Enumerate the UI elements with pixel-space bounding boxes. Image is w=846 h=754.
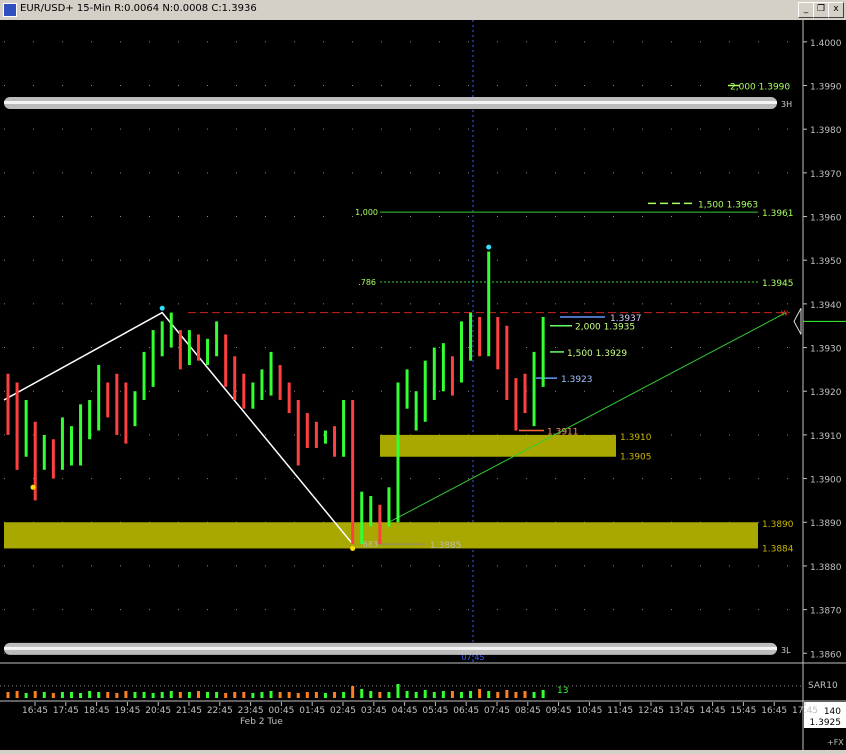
swing-point: [350, 545, 356, 551]
x-tick-label: 20:45: [145, 706, 171, 716]
band-highlight: [4, 100, 777, 104]
fib-price-label: 1.3885: [430, 541, 462, 551]
app-icon: [3, 3, 17, 17]
x-tick-label: 10:45: [576, 706, 602, 716]
projection-label: 2,000 1.3990: [730, 83, 790, 93]
fib-price-label: 1.3961: [762, 209, 794, 219]
fib-ratio-label: 1,000: [355, 208, 378, 217]
y-tick-label: 1.3920: [810, 388, 842, 398]
zone-bottom-label: 1.3884: [762, 544, 794, 554]
volume-label: 13: [557, 686, 568, 696]
x-tick-label: 09:45: [546, 706, 572, 716]
projection-label: 1,500 1.3963: [698, 200, 758, 210]
close-button[interactable]: x: [828, 2, 844, 18]
title-bar[interactable]: EUR/USD+ 15-Min R:0.0064 N:0.0008 C:1.39…: [0, 0, 846, 21]
fx-label: +FX: [827, 738, 844, 747]
x-tick-label: 00:45: [268, 706, 294, 716]
x-tick-label: 11:45: [607, 706, 633, 716]
x-tick-label: 21:45: [176, 706, 202, 716]
x-tick-label: 18:45: [84, 706, 110, 716]
y-tick-label: 1.3950: [810, 257, 842, 267]
projection-label: 2,000 1.3935: [575, 323, 635, 333]
x-tick-label: 03:45: [361, 706, 387, 716]
zone-bottom-label: 1.3905: [620, 453, 652, 463]
x-tick-label: 16:45: [761, 706, 787, 716]
band-label: 3L: [781, 646, 791, 655]
date-label: Feb 2 Tue: [240, 717, 283, 727]
x-tick-label: 13:45: [669, 706, 695, 716]
x-tick-label: 05:45: [422, 706, 448, 716]
window-title: EUR/USD+ 15-Min R:0.0064 N:0.0008 C:1.39…: [20, 3, 257, 14]
chart-canvas[interactable]: 1.4000 1.3990 1.3980 1.3970 1.3960 1.3950 1.39…: [0, 20, 846, 750]
x-tick-label: 08:45: [515, 706, 541, 716]
readout-value-1: 140: [824, 707, 841, 717]
restore-button[interactable]: ❐: [813, 2, 829, 18]
volume-indicator-label: SAR10: [808, 681, 838, 691]
x-tick-label: 22:45: [207, 706, 233, 716]
swing-point: [159, 305, 165, 311]
y-tick-label: 1.3900: [810, 476, 842, 486]
band-label: 3H: [781, 100, 792, 109]
y-tick-label: 1.4000: [810, 39, 842, 49]
swing-point: [30, 484, 36, 490]
y-tick-label: 1.3880: [810, 563, 842, 573]
x-tick-label: 12:45: [638, 706, 664, 716]
x-tick-label: 23:45: [238, 706, 264, 716]
y-tick-label: 1.3990: [810, 83, 842, 93]
x-tick-label: 14:45: [700, 706, 726, 716]
swing-point: [486, 244, 492, 250]
x-tick-label: 07:45: [484, 706, 510, 716]
y-tick-label: 1.3940: [810, 301, 842, 311]
readout-value-2: 1.3925: [810, 718, 842, 728]
x-tick-label: 17:45: [792, 706, 818, 716]
x-tick-label: 06:45: [453, 706, 479, 716]
y-tick-label: 1.3960: [810, 214, 842, 224]
y-tick-label: 1.3890: [810, 519, 842, 529]
y-tick-label: 1.3860: [810, 650, 842, 660]
x-tick-label: 01:45: [299, 706, 325, 716]
fib-price-label: 1.3945: [762, 279, 794, 289]
fib-ratio-label: .786: [358, 278, 376, 287]
projection-label: 1.3923: [561, 375, 593, 385]
y-tick-label: 1.3910: [810, 432, 842, 442]
y-tick-label: 1.3980: [810, 126, 842, 136]
y-tick-label: 1.3970: [810, 170, 842, 180]
x-tick-label: 02:45: [330, 706, 356, 716]
zone-top-label: 1.3910: [620, 433, 652, 443]
band-highlight: [4, 646, 777, 650]
y-tick-label: 1.3870: [810, 607, 842, 617]
x-tick-label: 04:45: [392, 706, 418, 716]
minimize-button[interactable]: _: [798, 2, 814, 18]
projection-label: 1,500 1.3929: [567, 349, 627, 359]
zone-top-label: 1.3890: [762, 520, 794, 530]
x-tick-label: 19:45: [114, 706, 140, 716]
support-zone: [380, 434, 616, 457]
x-tick-label: 17:45: [53, 706, 79, 716]
chart-window: EUR/USD+ 15-Min R:0.0064 N:0.0008 C:1.39…: [0, 0, 846, 750]
price-chart[interactable]: 1.4000 1.3990 1.3980 1.3970 1.3960 1.3950 1.39…: [0, 20, 846, 750]
y-tick-label: 1.3930: [810, 345, 842, 355]
x-tick-label: 15:45: [730, 706, 756, 716]
x-tick-label: 16:45: [22, 706, 48, 716]
